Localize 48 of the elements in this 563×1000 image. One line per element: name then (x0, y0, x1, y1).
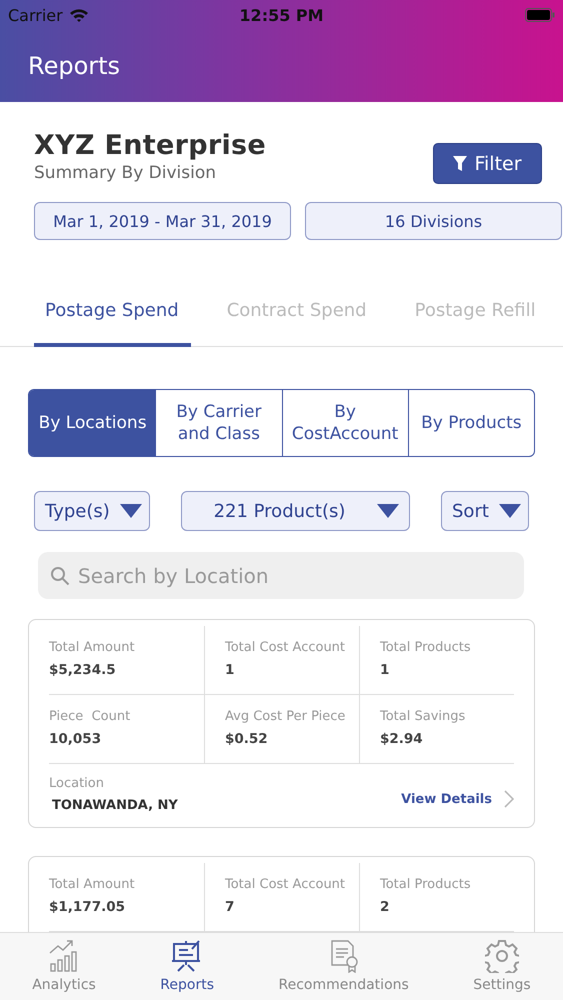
metric-value: $0.52 (225, 731, 269, 747)
dropdown[interactable]: 221 Product(s) (181, 491, 410, 531)
chevron-right-icon (504, 790, 514, 808)
location-name: TONAWANDA, NY (51, 798, 178, 813)
dropdown-caret-icon (120, 504, 142, 518)
screen-title: Reports (27, 51, 122, 80)
metric-label: Avg Cost Per Piece (225, 709, 346, 724)
view-details-link[interactable]: View Details (401, 790, 514, 808)
metric-label: Total Amount (49, 640, 136, 655)
dropdown[interactable]: Type(s) (34, 491, 150, 531)
metric-label: Total Cost Account (225, 640, 346, 655)
battery-icon (525, 8, 555, 22)
dropdown-caret-icon (377, 504, 399, 518)
dropdown-caret-icon (498, 504, 521, 518)
location-label: Location (49, 776, 105, 791)
metric-label: Piece Count (49, 709, 132, 724)
segment-option[interactable]: By Locations (29, 390, 156, 456)
segment-option[interactable]: By CostAccount (282, 390, 408, 456)
metric-value: 10,053 (49, 731, 102, 747)
metric-label: Total Products (380, 640, 472, 655)
date-range-chip[interactable]: Mar 1, 2019 - Mar 31, 2019 (34, 202, 291, 240)
filter-icon (453, 156, 468, 172)
divisions-chip[interactable]: 16 Divisions (305, 202, 562, 240)
carrier-label: Carrier (8, 6, 63, 24)
metric-label: Total Products (380, 877, 472, 892)
metric-value: 7 (225, 899, 236, 915)
dropdown[interactable]: Sort (441, 491, 529, 531)
metric-label: Total Amount (49, 877, 136, 892)
metric-value: $1,177.05 (49, 899, 126, 915)
filter-button[interactable]: Filter (433, 143, 542, 184)
clock-time: 12:55 PM (239, 6, 324, 24)
company-name: XYZ Enterprise (34, 130, 266, 161)
report-subtitle: Summary By Division (34, 163, 218, 183)
segment-option[interactable]: By Products (408, 390, 534, 456)
metric-label: Total Savings (380, 709, 466, 724)
settings-icon (485, 939, 519, 973)
search-icon (50, 566, 70, 586)
metric-label: Total Cost Account (225, 877, 346, 892)
search-field[interactable]: Search by Location (38, 552, 524, 599)
report-tab[interactable]: Postage Spend (34, 296, 191, 347)
wifi-icon (68, 8, 89, 22)
segment-option[interactable]: By Carrier and Class (155, 390, 282, 456)
metric-value: $2.94 (380, 731, 424, 747)
metric-value: 2 (380, 899, 390, 915)
metric-value: $5,234.5 (49, 662, 117, 678)
metric-value: 1 (380, 662, 390, 678)
tab-bar-item[interactable]: Reports (154, 933, 220, 994)
metric-value: 1 (225, 662, 236, 678)
